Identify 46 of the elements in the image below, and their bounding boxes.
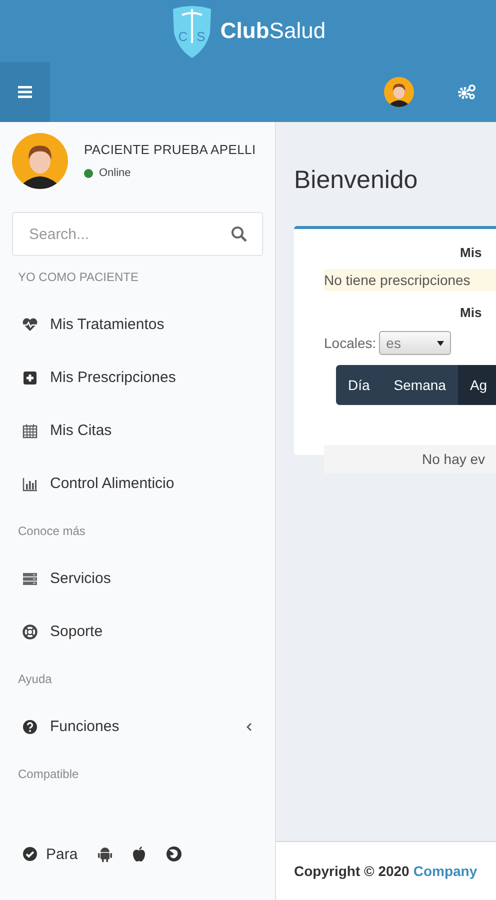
nav-item[interactable]: Mis Tratamientos <box>0 298 275 351</box>
section-heading: Mis <box>460 245 482 260</box>
calendar-icon <box>22 422 38 438</box>
nav-item[interactable]: Mis Prescripciones <box>0 351 275 404</box>
apple-icon <box>132 846 146 862</box>
avatar-icon <box>12 133 68 189</box>
section-heading: Mis <box>460 305 482 320</box>
question-circle-icon <box>22 718 38 734</box>
bar-chart-icon <box>22 476 38 492</box>
user-name: PACIENTE PRUEBA APELLI <box>84 142 256 157</box>
section-title: YO COMO PACIENTE <box>18 270 138 284</box>
page-title: Bienvenido <box>294 166 419 194</box>
nav-item[interactable]: Funciones <box>0 700 275 753</box>
user-status: Online <box>99 167 131 179</box>
android-icon <box>98 846 112 862</box>
company-link[interactable]: Company <box>413 863 478 879</box>
nav-item[interactable]: Soporte <box>0 605 275 658</box>
empty-message: No hay ev <box>324 445 496 473</box>
settings-button[interactable] <box>458 84 476 100</box>
search-icon <box>231 226 247 242</box>
view-tab[interactable]: Ag <box>458 365 496 405</box>
section-title: Ayuda <box>18 672 52 686</box>
section-title: Conoce más <box>18 524 86 538</box>
search-field[interactable]: Search... <box>12 212 263 256</box>
empty-notice: No tiene prescripciones <box>324 269 496 291</box>
menu-icon <box>18 86 32 98</box>
nav-item[interactable]: Control Alimenticio <box>0 457 275 510</box>
server-icon <box>22 570 38 586</box>
locale-select[interactable]: es <box>379 331 452 355</box>
lifebuoy-icon <box>22 624 38 640</box>
medical-plus-icon <box>22 370 38 386</box>
nav-item[interactable]: Servicios <box>0 552 275 605</box>
locale-label: Locales: <box>324 335 376 351</box>
platforms-label: Para <box>46 846 78 862</box>
section-title: Compatible <box>18 767 79 781</box>
heartbeat-icon <box>22 316 38 332</box>
brand-name: ClubSalud <box>220 18 326 44</box>
menu-button[interactable] <box>0 62 50 122</box>
user-menu-button[interactable] <box>384 77 414 107</box>
check-circle-icon <box>22 846 38 862</box>
copyright-text: Copyright © 2020 <box>294 863 410 879</box>
gears-icon <box>458 84 476 100</box>
avatar-icon <box>384 77 414 107</box>
nav-item[interactable]: Mis Citas <box>0 404 275 457</box>
browser-globe-icon <box>166 846 182 862</box>
caret-icon <box>437 340 444 346</box>
